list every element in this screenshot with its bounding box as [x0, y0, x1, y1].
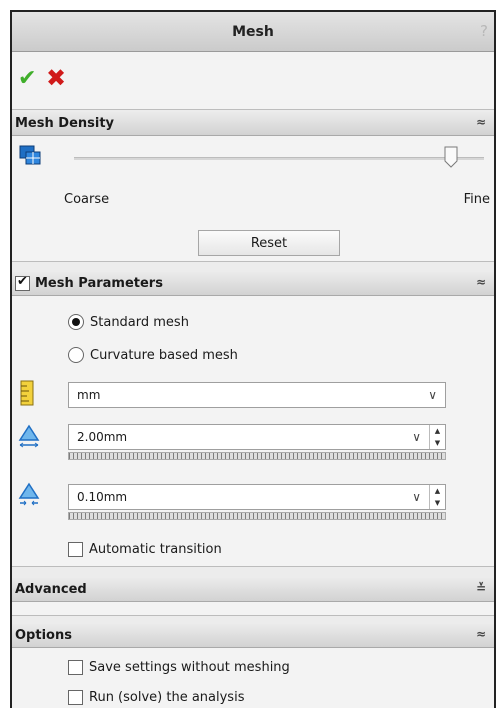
automatic-transition-label: Automatic transition: [89, 542, 222, 557]
tolerance-value: 0.10mm: [77, 490, 128, 504]
mesh-property-panel: Mesh ? ✔ ✖ Mesh Density ≈ Coarse Fine Re…: [10, 10, 496, 708]
run-analysis-label: Run (solve) the analysis: [89, 690, 245, 705]
save-settings-option[interactable]: Save settings without meshing: [68, 660, 290, 675]
run-analysis-option[interactable]: Run (solve) the analysis: [68, 690, 244, 705]
mesh-parameters-title: Mesh Parameters: [35, 276, 163, 291]
panel-title: Mesh: [232, 23, 274, 40]
element-size-field[interactable]: 2.00mm ∨ ▲ ▼: [68, 424, 446, 450]
standard-mesh-option[interactable]: Standard mesh: [68, 314, 189, 330]
options-header[interactable]: Options ≈: [12, 624, 494, 648]
mesh-density-section: Mesh Density ≈ Coarse Fine Reset: [12, 112, 494, 262]
collapse-chevron-icon[interactable]: ≈: [476, 115, 486, 129]
tolerance-spinner[interactable]: ▲ ▼: [429, 485, 445, 509]
element-size-ruler[interactable]: [68, 452, 446, 460]
options-title: Options: [15, 628, 72, 643]
mesh-density-header[interactable]: Mesh Density ≈: [12, 112, 494, 136]
element-size-value: 2.00mm: [77, 430, 128, 444]
mesh-parameters-header[interactable]: Mesh Parameters ≈: [12, 272, 494, 296]
automatic-transition-checkbox[interactable]: [68, 542, 83, 557]
fine-label: Fine: [463, 192, 490, 207]
automatic-transition-option[interactable]: Automatic transition: [68, 542, 222, 557]
help-icon[interactable]: ?: [480, 22, 488, 40]
mesh-parameters-checkbox[interactable]: [15, 274, 30, 291]
coarse-label: Coarse: [64, 192, 110, 207]
mesh-density-slider-track[interactable]: [74, 157, 484, 160]
curvature-mesh-option[interactable]: Curvature based mesh: [68, 347, 238, 363]
ruler-units-icon: [20, 380, 34, 406]
advanced-header[interactable]: Advanced ≚: [12, 578, 494, 602]
chevron-down-icon[interactable]: ∨: [428, 388, 437, 402]
expand-chevron-icon[interactable]: ≚: [476, 581, 486, 595]
run-analysis-checkbox[interactable]: [68, 690, 83, 705]
advanced-title: Advanced: [15, 582, 87, 597]
chevron-down-icon[interactable]: ∨: [412, 430, 421, 444]
panel-titlebar: Mesh ?: [12, 12, 494, 52]
standard-mesh-label: Standard mesh: [90, 314, 189, 330]
collapse-chevron-icon[interactable]: ≈: [476, 275, 486, 289]
reset-button[interactable]: Reset: [198, 230, 340, 256]
collapse-chevron-icon[interactable]: ≈: [476, 627, 486, 641]
tolerance-field[interactable]: 0.10mm ∨ ▲ ▼: [68, 484, 446, 510]
mesh-parameters-section: Mesh Parameters ≈ Standard mesh Curvatur…: [12, 272, 494, 567]
curvature-mesh-label: Curvature based mesh: [90, 347, 238, 363]
save-settings-checkbox[interactable]: [68, 660, 83, 675]
global-size-icon: [18, 424, 40, 448]
element-size-spinner[interactable]: ▲ ▼: [429, 425, 445, 449]
tolerance-icon: [18, 482, 40, 506]
tolerance-ruler[interactable]: [68, 512, 446, 520]
mesh-density-slider-thumb[interactable]: [444, 146, 458, 168]
ok-checkmark-icon[interactable]: ✔: [18, 66, 36, 91]
advanced-section: Advanced ≚: [12, 578, 494, 616]
save-settings-label: Save settings without meshing: [89, 660, 290, 675]
unit-value: mm: [77, 388, 101, 402]
action-bar: ✔ ✖: [12, 52, 494, 110]
curvature-mesh-radio[interactable]: [68, 347, 84, 363]
mesh-density-icon: [19, 145, 41, 165]
mesh-density-title: Mesh Density: [15, 116, 115, 131]
cancel-x-icon[interactable]: ✖: [46, 64, 66, 92]
unit-dropdown[interactable]: mm ∨: [68, 382, 446, 408]
standard-mesh-radio[interactable]: [68, 314, 84, 330]
chevron-down-icon[interactable]: ∨: [412, 490, 421, 504]
options-section: Options ≈ Save settings without meshing …: [12, 624, 494, 708]
